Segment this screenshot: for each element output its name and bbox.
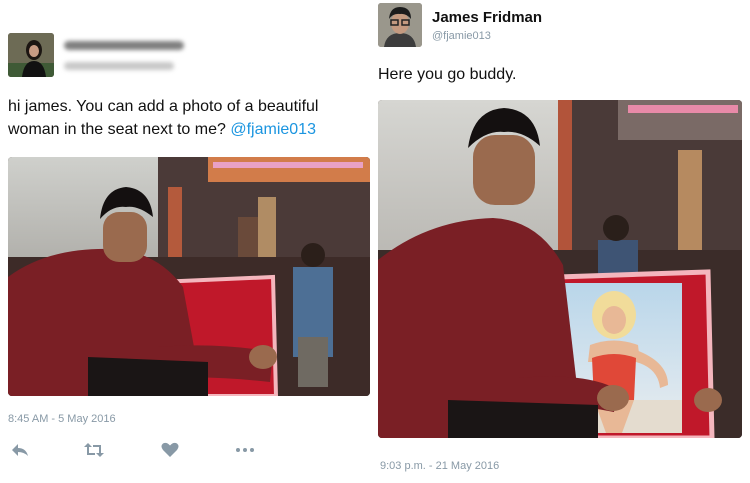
tweet-photo[interactable] <box>8 157 370 396</box>
tweet-actions <box>8 440 258 462</box>
timestamp[interactable]: 8:45 AM - 5 May 2016 <box>8 413 116 425</box>
tweet-request: hi james. You can add a photo of a beaut… <box>0 0 372 483</box>
tweet-text: hi james. You can add a photo of a beaut… <box>8 95 370 141</box>
timestamp[interactable]: 9:03 p.m. - 21 May 2016 <box>380 460 499 472</box>
redacted-username <box>64 41 184 50</box>
mention-link[interactable]: @fjamie013 <box>230 121 316 138</box>
tweet-text: Here you go buddy. <box>378 66 517 83</box>
redacted-handle <box>64 62 174 70</box>
tweet-reply: James Fridman @fjamie013 Here you go bud… <box>372 0 750 483</box>
like-icon[interactable] <box>160 440 182 462</box>
tweet-photo[interactable] <box>378 100 742 438</box>
more-icon[interactable] <box>234 440 256 462</box>
avatar[interactable] <box>8 33 54 77</box>
reply-icon[interactable] <box>10 440 32 462</box>
avatar[interactable] <box>378 3 422 47</box>
user-handle[interactable]: @fjamie013 <box>432 30 491 42</box>
display-name[interactable]: James Fridman <box>432 9 542 26</box>
retweet-icon[interactable] <box>83 440 105 462</box>
